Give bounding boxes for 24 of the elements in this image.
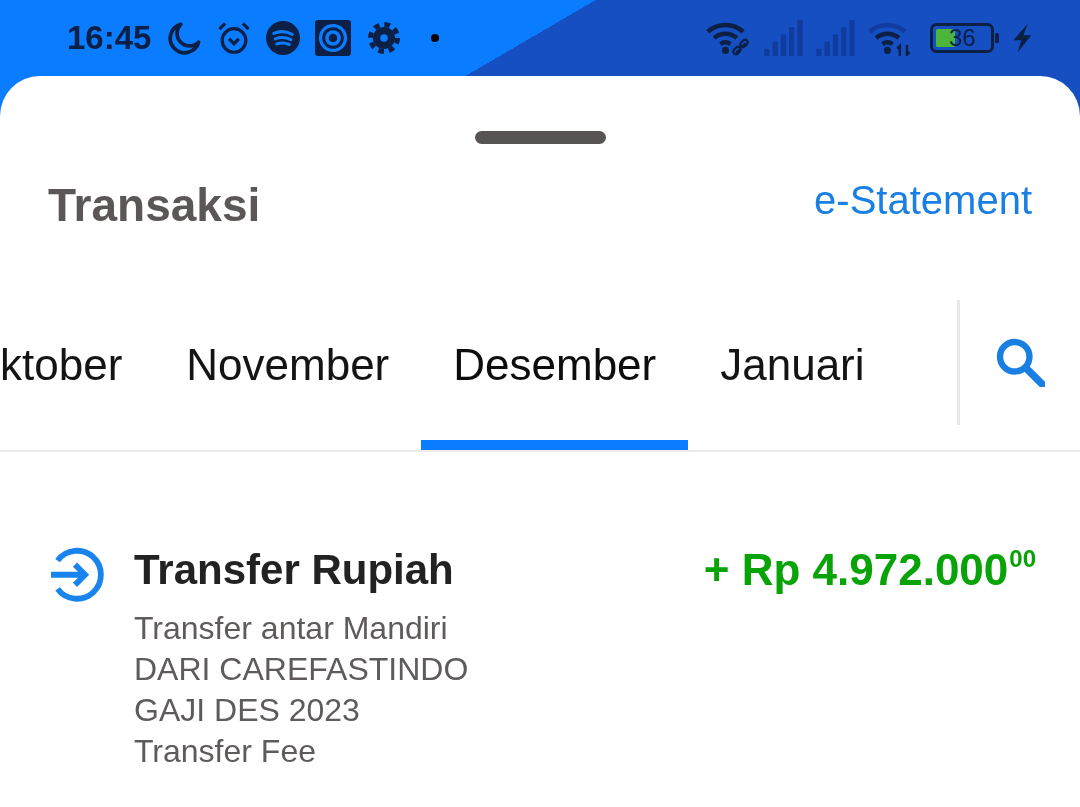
alarm-clock-icon bbox=[217, 21, 252, 55]
month-tab[interactable]: November bbox=[154, 300, 422, 450]
status-time: 16:45 bbox=[67, 19, 152, 57]
transaction-detail: GAJI DES 2023 bbox=[134, 692, 360, 728]
arrow-into-circle-icon bbox=[48, 547, 105, 603]
transaction-detail: Transfer antar Mandiri bbox=[134, 610, 448, 646]
transaction-amount: + Rp 4.972.000$^{00}$ bbox=[703, 545, 1036, 595]
signal-bars-icon bbox=[816, 20, 856, 56]
transaction-detail: Transfer Fee bbox=[134, 733, 316, 769]
month-tab[interactable]: Januari bbox=[688, 300, 897, 450]
page-title: Transaksi bbox=[48, 178, 261, 233]
charging-bolt-icon bbox=[1012, 23, 1032, 53]
wifi-link-icon bbox=[706, 20, 752, 56]
moon-icon bbox=[168, 21, 203, 55]
notification-dot-icon bbox=[431, 34, 440, 42]
month-tab[interactable]: ktober bbox=[0, 300, 155, 450]
settings-icon bbox=[368, 22, 401, 54]
transaction-detail: DARI CAREFASTINDO bbox=[134, 651, 469, 687]
search-icon bbox=[995, 337, 1045, 387]
e-statement-link[interactable]: e-Statement bbox=[814, 177, 1032, 223]
signal-bars-icon bbox=[764, 20, 804, 56]
transaction-title: Transfer Rupiah bbox=[134, 546, 454, 594]
sound-waves-icon bbox=[266, 21, 301, 55]
drag-handle[interactable] bbox=[474, 131, 606, 144]
